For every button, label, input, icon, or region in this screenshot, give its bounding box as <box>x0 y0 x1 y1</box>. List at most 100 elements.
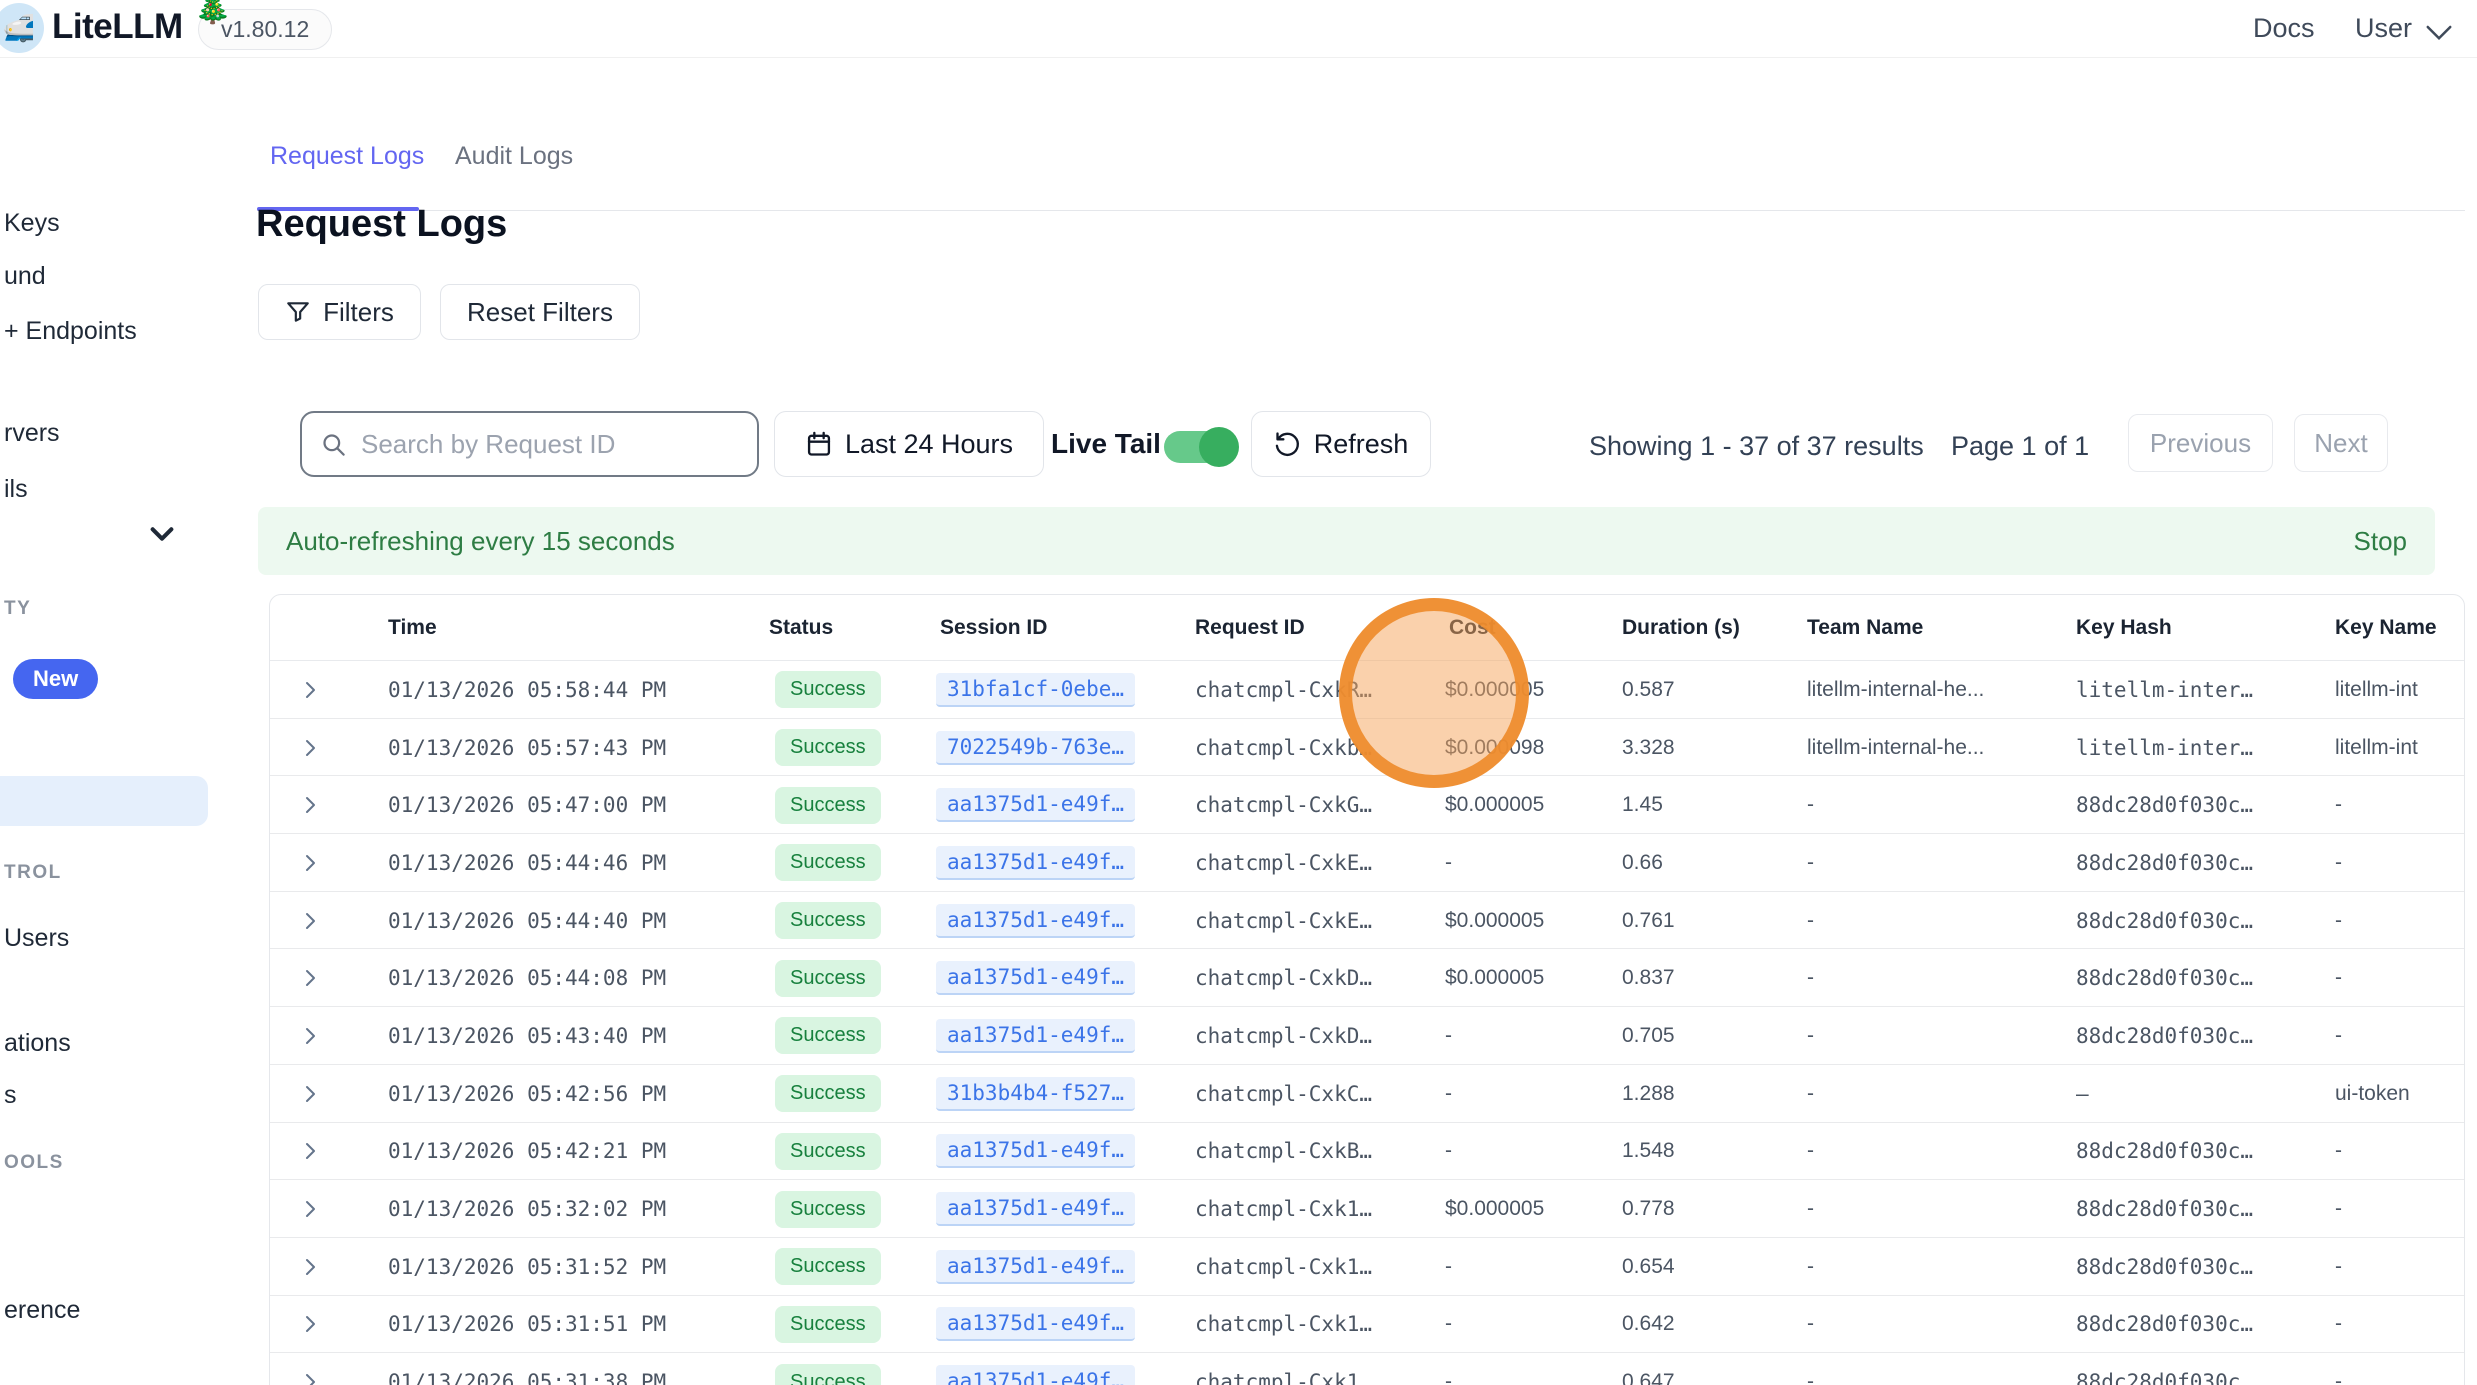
sidebar-item-reference[interactable]: erence <box>4 1296 80 1325</box>
expand-chevron-icon[interactable] <box>298 719 322 777</box>
col-cost: Cost <box>1449 595 1496 661</box>
session-id-link[interactable]: 31bfa1cf-0ebe… <box>936 673 1135 707</box>
session-id-link[interactable]: aa1375d1-e49f… <box>936 1019 1135 1053</box>
expand-chevron-icon[interactable] <box>298 949 322 1007</box>
cell-status: Success <box>775 1238 881 1296</box>
table-row[interactable]: 01/13/2026 05:47:00 PM Success aa1375d1-… <box>270 776 2464 834</box>
cell-team-name: - <box>1807 776 1814 834</box>
table-row[interactable]: 01/13/2026 05:31:51 PM Success aa1375d1-… <box>270 1296 2464 1354</box>
cell-time: 01/13/2026 05:31:51 PM <box>388 1296 666 1354</box>
toggle-knob <box>1199 427 1239 467</box>
time-range-button[interactable]: Last 24 Hours <box>774 411 1044 477</box>
cell-time: 01/13/2026 05:43:40 PM <box>388 1007 666 1065</box>
col-session: Session ID <box>940 595 1047 661</box>
status-badge: Success <box>775 1133 881 1170</box>
expand-chevron-icon[interactable] <box>298 892 322 950</box>
session-id-link[interactable]: aa1375d1-e49f… <box>936 1250 1135 1284</box>
sidebar-item-users[interactable]: Users <box>4 924 69 953</box>
status-badge: Success <box>775 844 881 881</box>
table-row[interactable]: 01/13/2026 05:44:46 PM Success aa1375d1-… <box>270 834 2464 892</box>
cell-time: 01/13/2026 05:44:46 PM <box>388 834 666 892</box>
status-badge: Success <box>775 1364 881 1385</box>
next-button[interactable]: Next <box>2294 414 2388 472</box>
col-team: Team Name <box>1807 595 1923 661</box>
cell-request-id: chatcmpl-CxkD… <box>1195 1007 1372 1065</box>
cell-duration: 0.778 <box>1622 1180 1675 1238</box>
table-row[interactable]: 01/13/2026 05:31:52 PM Success aa1375d1-… <box>270 1238 2464 1296</box>
chevron-down-icon[interactable] <box>2424 22 2454 42</box>
reset-filters-button[interactable]: Reset Filters <box>440 284 640 340</box>
table-body: 01/13/2026 05:58:44 PM Success 31bfa1cf-… <box>270 661 2464 1385</box>
cell-cost: - <box>1445 1296 1452 1354</box>
table-row[interactable]: 01/13/2026 05:42:21 PM Success aa1375d1-… <box>270 1123 2464 1181</box>
brand-name: LiteLLM <box>52 7 183 47</box>
cell-request-id: chatcmpl-CxkC… <box>1195 1065 1372 1123</box>
sidebar-item-organizations[interactable]: ations <box>4 1029 71 1058</box>
tab-audit-logs[interactable]: Audit Logs <box>455 142 573 171</box>
sidebar-section-header: OOLS <box>4 1152 64 1174</box>
cell-session: aa1375d1-e49f… <box>936 834 1135 892</box>
session-id-link[interactable]: aa1375d1-e49f… <box>936 1192 1135 1226</box>
cell-time: 01/13/2026 05:58:44 PM <box>388 661 666 719</box>
sidebar-item-active[interactable] <box>0 776 208 826</box>
top-bar: 🚅 LiteLLM 🎄 v1.80.12 Docs User <box>0 0 2477 58</box>
docs-link[interactable]: Docs <box>2253 13 2315 44</box>
session-id-link[interactable]: aa1375d1-e49f… <box>936 1134 1135 1168</box>
search-input[interactable] <box>361 429 739 460</box>
table-row[interactable]: 01/13/2026 05:31:38 PM Success aa1375d1-… <box>270 1353 2464 1385</box>
refresh-button[interactable]: Refresh <box>1251 411 1431 477</box>
session-id-link[interactable]: 7022549b-763e… <box>936 731 1135 765</box>
stop-link[interactable]: Stop <box>2354 526 2408 557</box>
cell-cost: - <box>1445 1123 1452 1181</box>
sidebar-item-endpoints[interactable]: + Endpoints <box>4 317 137 346</box>
sidebar-item-rails[interactable]: ils <box>4 475 28 504</box>
table-row[interactable]: 01/13/2026 05:58:44 PM Success 31bfa1cf-… <box>270 661 2464 719</box>
expand-chevron-icon[interactable] <box>298 1238 322 1296</box>
cell-key-hash: 88dc28d0f030c… <box>2076 1353 2253 1385</box>
expand-chevron-icon[interactable] <box>298 834 322 892</box>
cell-key-name: - <box>2335 892 2342 950</box>
table-row[interactable]: 01/13/2026 05:32:02 PM Success aa1375d1-… <box>270 1180 2464 1238</box>
expand-chevron-icon[interactable] <box>298 1180 322 1238</box>
sidebar-item-servers[interactable]: rvers <box>4 419 60 448</box>
table-row[interactable]: 01/13/2026 05:42:56 PM Success 31b3b4b4-… <box>270 1065 2464 1123</box>
expand-chevron-icon[interactable] <box>298 1123 322 1181</box>
filters-button[interactable]: Filters <box>258 284 421 340</box>
cell-session: 7022549b-763e… <box>936 719 1135 777</box>
session-id-link[interactable]: aa1375d1-e49f… <box>936 904 1135 938</box>
expand-chevron-icon[interactable] <box>298 1353 322 1385</box>
tab-request-logs[interactable]: Request Logs <box>270 142 424 171</box>
cell-request-id: chatcmpl-Cxk1… <box>1195 1353 1372 1385</box>
cell-key-name: - <box>2335 1238 2342 1296</box>
live-tail-label: Live Tail <box>1051 428 1161 460</box>
sidebar-item-keys[interactable]: Keys <box>4 209 60 238</box>
previous-button[interactable]: Previous <box>2128 414 2273 472</box>
table-row[interactable]: 01/13/2026 05:44:40 PM Success aa1375d1-… <box>270 892 2464 950</box>
cell-status: Success <box>775 1123 881 1181</box>
session-id-link[interactable]: 31b3b4b4-f527… <box>936 1077 1135 1111</box>
session-id-link[interactable]: aa1375d1-e49f… <box>936 961 1135 995</box>
session-id-link[interactable]: aa1375d1-e49f… <box>936 1365 1135 1385</box>
expand-chevron-icon[interactable] <box>298 661 322 719</box>
sidebar-item-s[interactable]: s <box>4 1081 17 1110</box>
search-box[interactable] <box>300 411 759 477</box>
chevron-down-icon[interactable] <box>148 524 176 544</box>
sidebar-item-playground[interactable]: und <box>4 262 46 291</box>
litellm-dashboard: 🚅 LiteLLM 🎄 v1.80.12 Docs User Keys und … <box>0 0 2477 1385</box>
table-row[interactable]: 01/13/2026 05:44:08 PM Success aa1375d1-… <box>270 949 2464 1007</box>
expand-chevron-icon[interactable] <box>298 1296 322 1354</box>
status-badge: Success <box>775 960 881 997</box>
expand-chevron-icon[interactable] <box>298 776 322 834</box>
live-tail-toggle[interactable] <box>1164 431 1236 463</box>
cell-status: Success <box>775 1007 881 1065</box>
table-row[interactable]: 01/13/2026 05:57:43 PM Success 7022549b-… <box>270 719 2464 777</box>
expand-chevron-icon[interactable] <box>298 1065 322 1123</box>
expand-chevron-icon[interactable] <box>298 1007 322 1065</box>
cell-key-name: litellm-int <box>2335 661 2418 719</box>
table-row[interactable]: 01/13/2026 05:43:40 PM Success aa1375d1-… <box>270 1007 2464 1065</box>
cell-cost: $0.000098 <box>1445 719 1544 777</box>
user-menu[interactable]: User <box>2355 13 2412 44</box>
session-id-link[interactable]: aa1375d1-e49f… <box>936 788 1135 822</box>
session-id-link[interactable]: aa1375d1-e49f… <box>936 1307 1135 1341</box>
session-id-link[interactable]: aa1375d1-e49f… <box>936 846 1135 880</box>
